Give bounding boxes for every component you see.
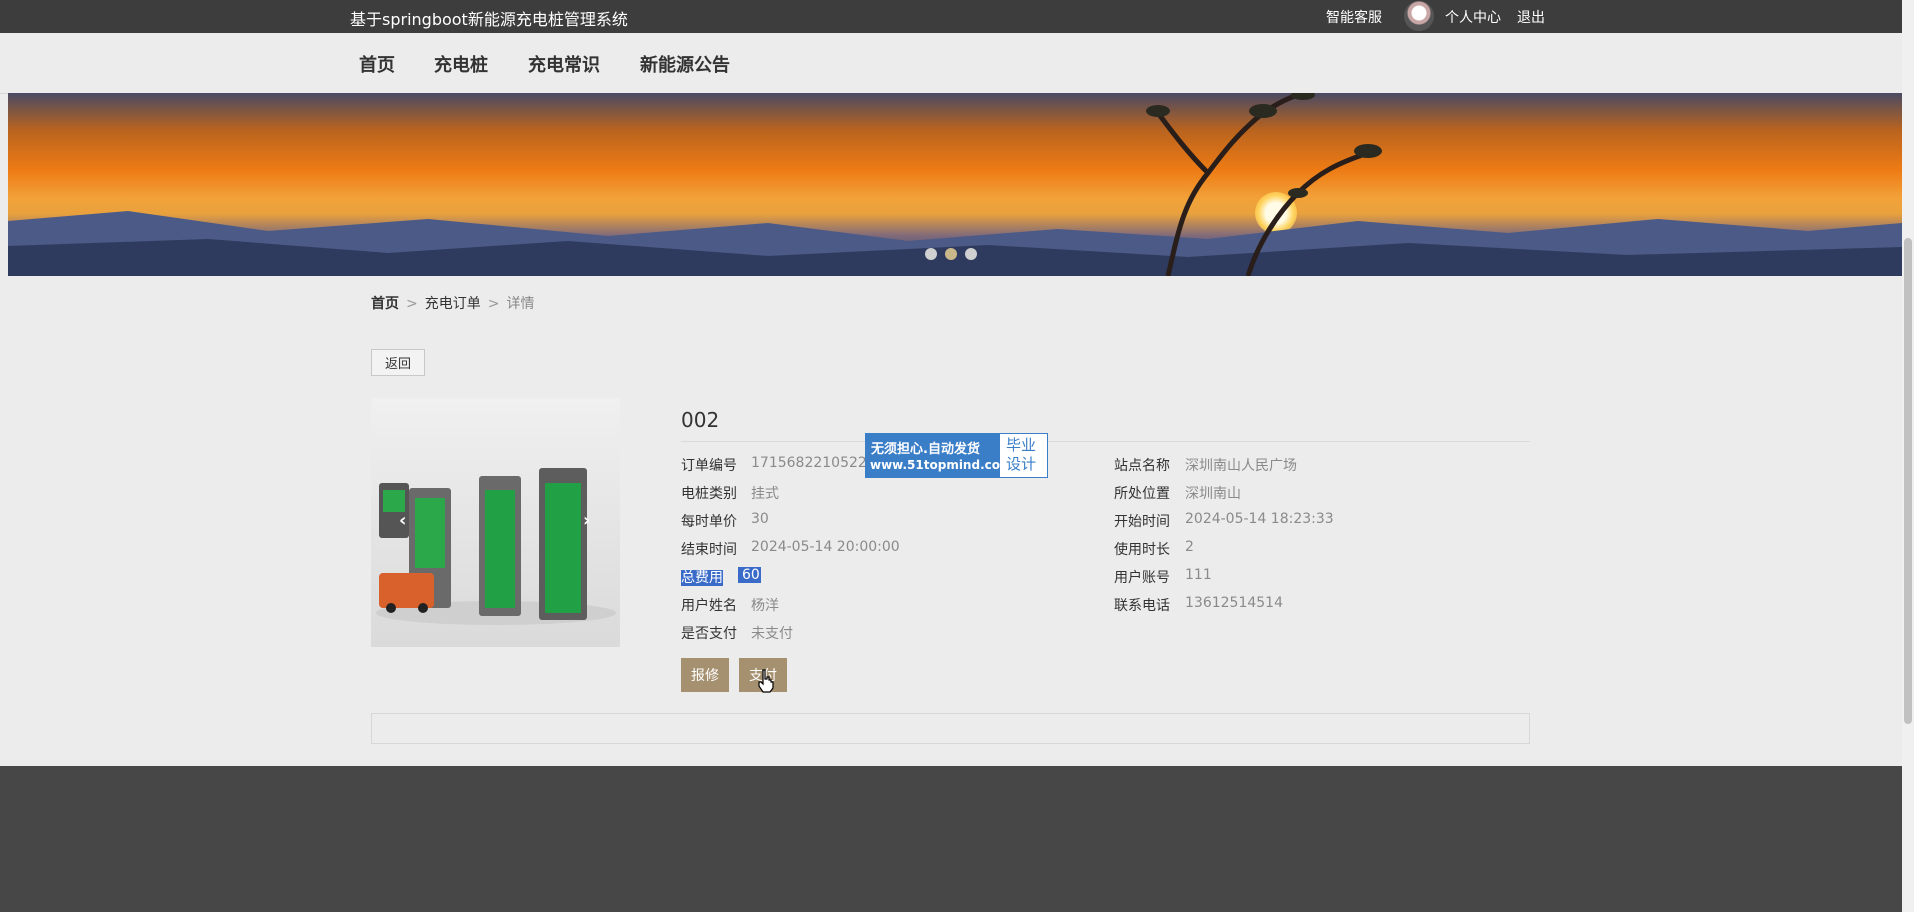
- carousel-dot-2[interactable]: [945, 248, 957, 260]
- breadcrumb-detail: 详情: [506, 296, 535, 312]
- field-value: 2: [1185, 539, 1194, 555]
- scrollbar-thumb[interactable]: [1904, 238, 1912, 724]
- field-user-account: 用户账号 111: [1114, 567, 1212, 587]
- field-value: 30: [751, 511, 769, 527]
- field-phone: 联系电话 13612514514: [1114, 595, 1283, 615]
- watermark-text: 无须担心.自动发货: [871, 442, 980, 457]
- field-label: 每时单价: [681, 514, 737, 530]
- field-value: 深圳南山人民广场: [1185, 458, 1297, 474]
- field-label: 所处位置: [1114, 486, 1170, 502]
- nav-item-charging-tips[interactable]: 充电常识: [528, 51, 600, 77]
- watermark-text: 毕业: [1006, 436, 1037, 454]
- top-bar: 基于springboot新能源充电桩管理系统 智能客服 个人中心 退出: [0, 0, 1902, 33]
- page-scrollbar[interactable]: [1902, 0, 1914, 912]
- field-total-cost: 总费用 60: [681, 567, 761, 587]
- field-hourly-price: 每时单价 30: [681, 511, 769, 531]
- field-label: 是否支付: [681, 626, 737, 642]
- field-label: 电桩类别: [681, 486, 737, 502]
- back-button[interactable]: 返回: [371, 349, 425, 376]
- smart-service-link[interactable]: 智能客服: [1326, 7, 1382, 27]
- field-station-name: 站点名称 深圳南山人民广场: [1114, 455, 1297, 475]
- field-value: 未支付: [751, 626, 793, 642]
- detail-title: 002: [681, 408, 720, 432]
- logout-link[interactable]: 退出: [1517, 7, 1545, 27]
- field-start-time: 开始时间 2024-05-14 18:23:33: [1114, 511, 1334, 531]
- watermark-left: 无须担心.自动发货 www.51topmind.com: [866, 434, 1013, 477]
- field-order-no: 订单编号 1715682210522: [681, 455, 867, 475]
- field-value: 2024-05-14 20:00:00: [751, 539, 900, 555]
- watermark-right: 毕业 设计: [1006, 436, 1036, 474]
- watermark-text: 设计: [1006, 455, 1037, 473]
- carousel-dot-3[interactable]: [965, 248, 977, 260]
- main-nav: 首页 充电桩 充电常识 新能源公告: [0, 33, 1902, 94]
- field-label: 用户姓名: [681, 598, 737, 614]
- field-pile-type: 电桩类别 挂式: [681, 483, 779, 503]
- tree-graphic: [1146, 93, 1382, 276]
- nav-item-charging-pile[interactable]: 充电桩: [434, 51, 488, 77]
- field-label: 开始时间: [1114, 514, 1170, 530]
- content-box: [371, 713, 1530, 744]
- carousel-dot-1[interactable]: [925, 248, 937, 260]
- repair-button[interactable]: 报修: [681, 658, 729, 692]
- field-value: 13612514514: [1185, 595, 1283, 611]
- breadcrumb-separator: >: [487, 296, 500, 312]
- site-title: 基于springboot新能源充电桩管理系统: [350, 10, 628, 29]
- field-value: 60: [738, 567, 761, 583]
- divider: [681, 441, 1530, 442]
- image-next-arrow[interactable]: ›: [583, 510, 590, 531]
- field-label: 用户账号: [1114, 570, 1170, 586]
- field-value: 挂式: [751, 486, 779, 502]
- field-user-name: 用户姓名 杨洋: [681, 595, 779, 615]
- hand-cursor-icon: [758, 669, 774, 693]
- nav-item-announcements[interactable]: 新能源公告: [640, 51, 730, 77]
- mountains-graphic: [8, 211, 1902, 276]
- field-label: 使用时长: [1114, 542, 1170, 558]
- nav-item-home[interactable]: 首页: [359, 51, 395, 77]
- personal-center-link[interactable]: 个人中心: [1445, 7, 1501, 27]
- avatar[interactable]: [1404, 1, 1434, 31]
- field-value: 深圳南山: [1185, 486, 1241, 502]
- field-label: 订单编号: [681, 458, 737, 474]
- breadcrumb-orders[interactable]: 充电订单: [425, 296, 481, 312]
- field-value: 1715682210522: [751, 455, 867, 471]
- field-end-time: 结束时间 2024-05-14 20:00:00: [681, 539, 900, 559]
- field-label: 联系电话: [1114, 598, 1170, 614]
- field-value: 2024-05-14 18:23:33: [1185, 511, 1334, 527]
- field-location: 所处位置 深圳南山: [1114, 483, 1241, 503]
- breadcrumb-home[interactable]: 首页: [371, 296, 399, 312]
- field-label: 结束时间: [681, 542, 737, 558]
- breadcrumb: 首页 > 充电订单 > 详情: [371, 293, 534, 313]
- field-paid: 是否支付 未支付: [681, 623, 793, 643]
- field-label: 站点名称: [1114, 458, 1170, 474]
- watermark-url: www.51topmind.com: [870, 458, 1013, 472]
- field-duration: 使用时长 2: [1114, 539, 1194, 559]
- field-label: 总费用: [681, 570, 723, 586]
- image-prev-arrow[interactable]: ‹: [399, 510, 406, 531]
- footer: [0, 766, 1902, 912]
- product-image: ‹ ›: [371, 398, 620, 647]
- field-value: 111: [1185, 567, 1212, 583]
- field-value: 杨洋: [751, 598, 779, 614]
- breadcrumb-separator: >: [406, 296, 418, 312]
- watermark-badge: 无须担心.自动发货 www.51topmind.com 毕业 设计: [865, 433, 1048, 478]
